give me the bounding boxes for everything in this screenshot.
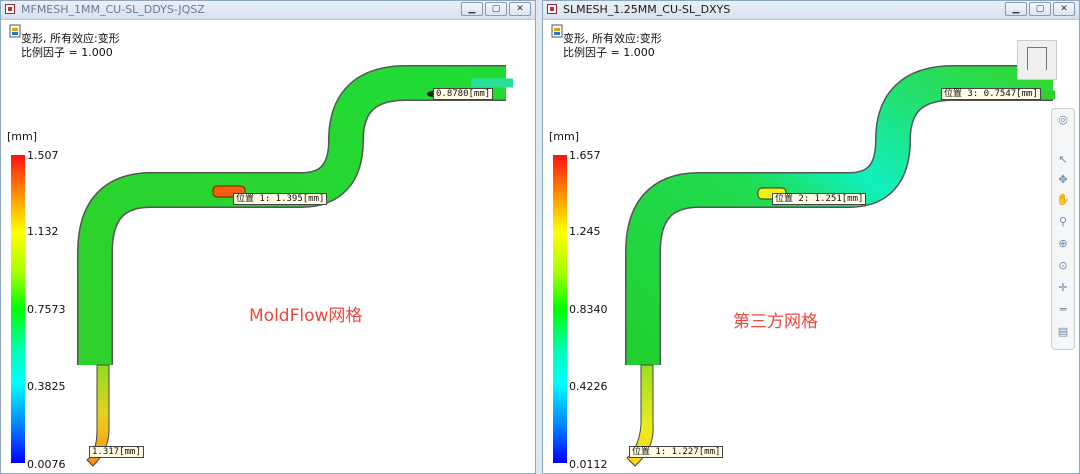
steering-wheel-icon[interactable]: ◎ [1056, 113, 1070, 127]
model-viewport[interactable]: 变形, 所有效应:变形 比例因子 = 1.000 [mm] 1.657 1.24… [543, 20, 1079, 473]
probe-tag[interactable]: 位置 2: 1.251[mm] [772, 193, 867, 205]
app-icon [547, 4, 557, 14]
probe-tag[interactable]: 位置 3: 0.7547[mm] [941, 88, 1041, 100]
model-viewport[interactable]: 变形, 所有效应:变形 比例因子 = 1.000 [mm] 1.507 1.13… [1, 20, 535, 473]
navigation-toolbar: ◎ ↖ ✥ ✋ ⚲ ⊕ ⊙ ✛ ═ ▤ [1051, 108, 1075, 350]
probe-tag[interactable]: 0.8780[mm] [433, 88, 494, 100]
layers-icon[interactable]: ▤ [1056, 325, 1070, 339]
zoom-icon[interactable]: ⚲ [1056, 215, 1070, 229]
probe-tag[interactable]: 1.317[mm] [89, 446, 144, 458]
close-button[interactable]: ✕ [1053, 2, 1075, 16]
center-icon[interactable]: ✛ [1056, 281, 1070, 295]
zoom-window-icon[interactable]: ⊕ [1056, 237, 1070, 251]
minimize-button[interactable]: ▁ [461, 2, 483, 16]
mesh-watermark: MoldFlow网格 [249, 306, 363, 326]
minimize-button[interactable]: ▁ [1005, 2, 1027, 16]
probe-tag[interactable]: 位置 1: 1.395[mm] [233, 193, 328, 205]
result-window-third-party-mesh: SLMESH_1.25MM_CU-SL_DXYS ▁ ▢ ✕ 变形, 所有效应:… [542, 0, 1080, 474]
rotate-icon[interactable]: ✥ [1056, 173, 1070, 187]
window-title: MFMESH_1MM_CU-SL_DDYS-JQSZ [21, 3, 205, 16]
window-titlebar[interactable]: MFMESH_1MM_CU-SL_DDYS-JQSZ ▁ ▢ ✕ [1, 1, 535, 20]
measure-icon[interactable]: ═ [1056, 303, 1070, 317]
probe-tag[interactable]: 位置 1: 1.227[mm] [629, 446, 724, 458]
close-button[interactable]: ✕ [509, 2, 531, 16]
pan-hand-icon[interactable]: ✋ [1056, 193, 1070, 207]
maximize-button[interactable]: ▢ [1029, 2, 1051, 16]
view-cube[interactable] [1017, 40, 1057, 80]
zoom-all-icon[interactable]: ⊙ [1056, 259, 1070, 273]
app-icon [5, 4, 15, 14]
window-titlebar[interactable]: SLMESH_1.25MM_CU-SL_DXYS ▁ ▢ ✕ [543, 1, 1079, 20]
window-title: SLMESH_1.25MM_CU-SL_DXYS [563, 3, 731, 16]
mesh-watermark: 第三方网格 [733, 312, 818, 332]
maximize-button[interactable]: ▢ [485, 2, 507, 16]
select-arrow-icon[interactable]: ↖ [1056, 153, 1070, 167]
result-window-moldflow-mesh: MFMESH_1MM_CU-SL_DDYS-JQSZ ▁ ▢ ✕ 变形, 所有效… [0, 0, 536, 474]
